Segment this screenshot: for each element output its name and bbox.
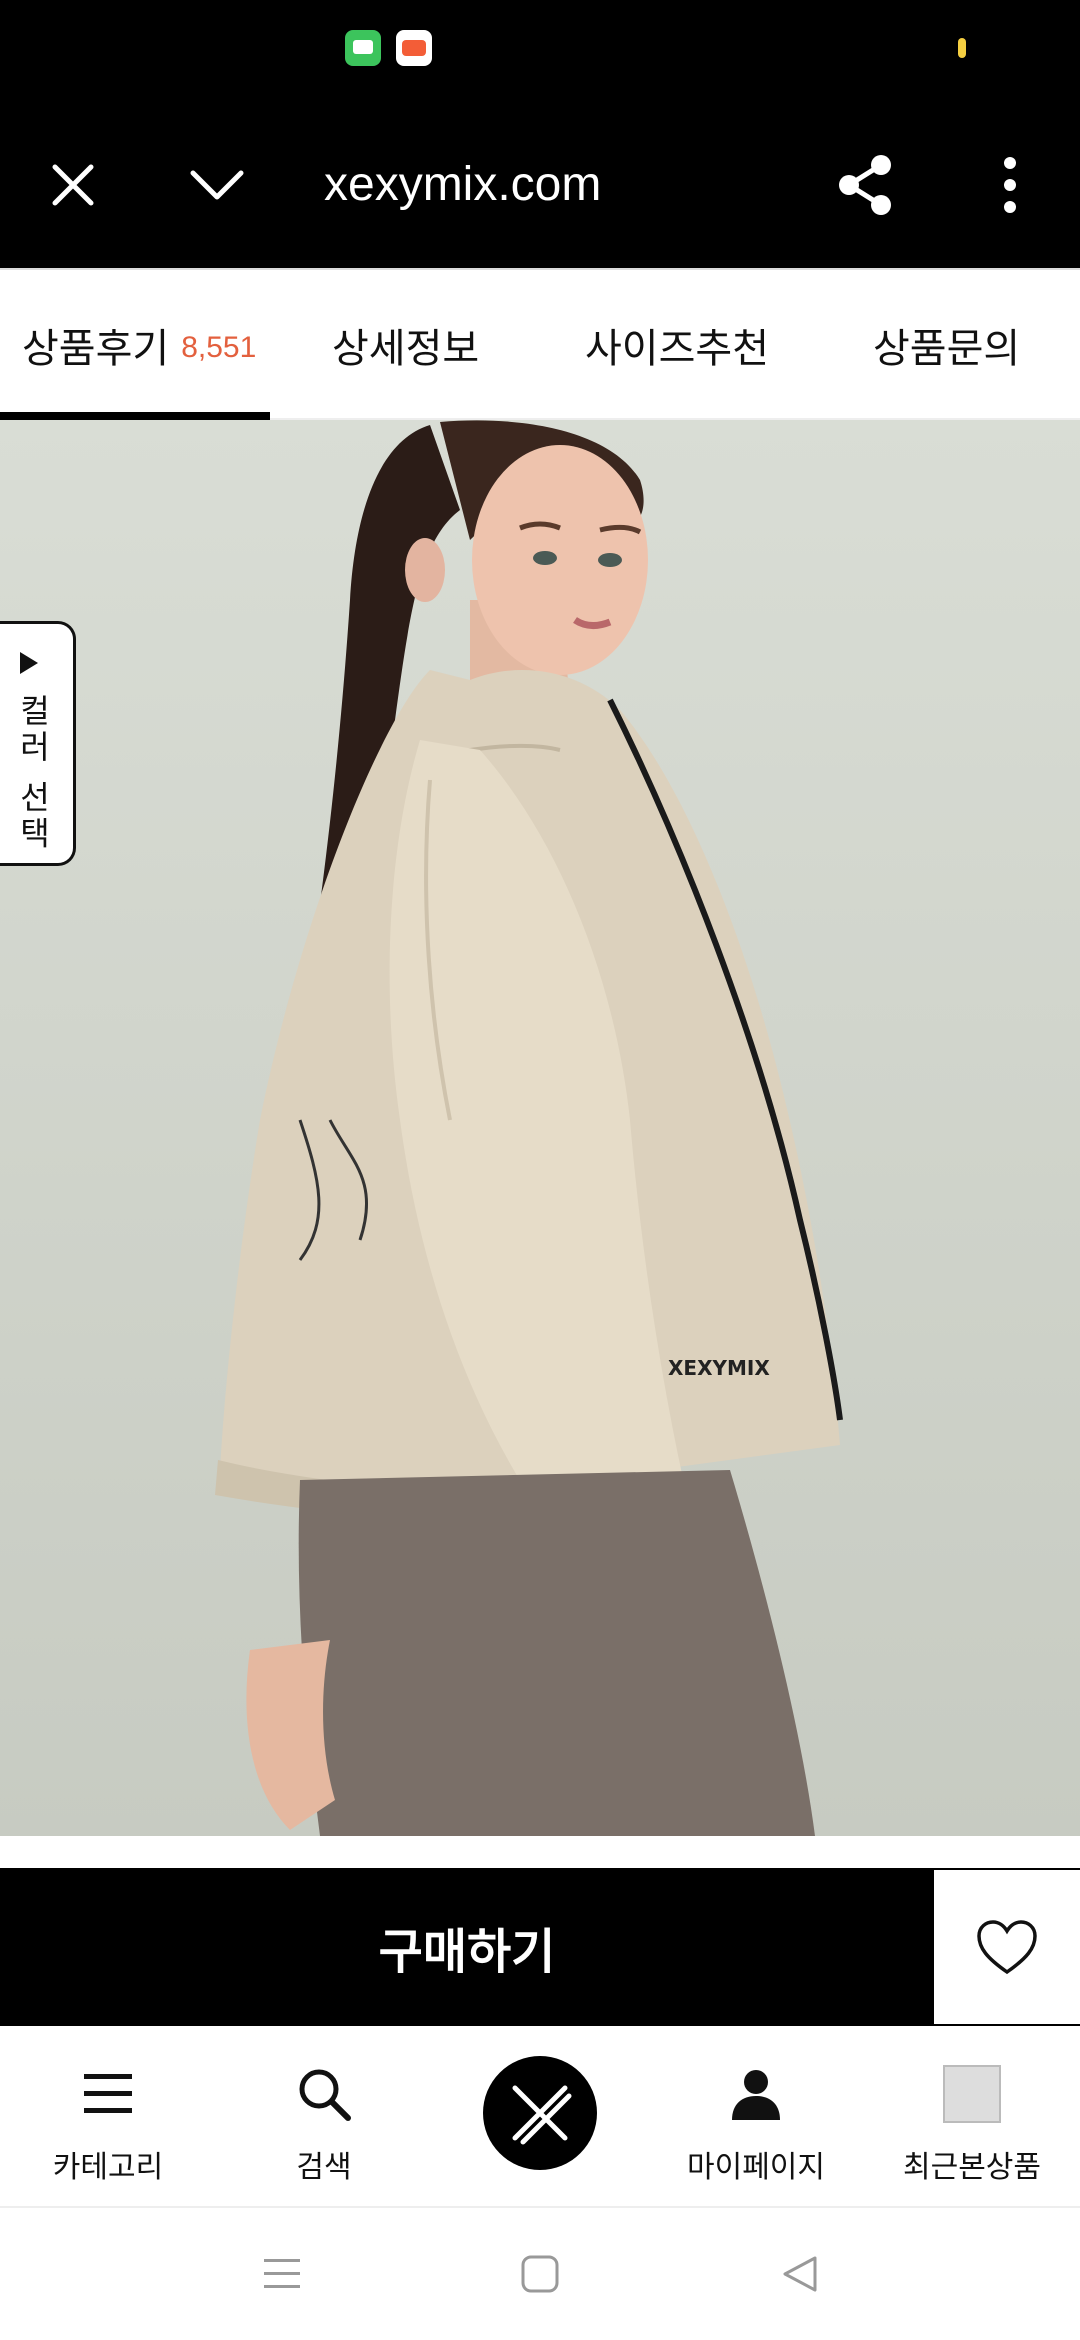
close-icon[interactable] xyxy=(38,150,108,220)
recent-thumbnail xyxy=(940,2062,1004,2126)
xexymix-logo-icon xyxy=(483,2056,597,2170)
more-options-icon[interactable] xyxy=(975,150,1045,220)
battery-indicator xyxy=(958,38,966,58)
color-select-label: 컬러 선택 xyxy=(14,694,52,853)
person-icon xyxy=(724,2062,788,2126)
nav-mypage-label: 마이페이지 xyxy=(687,2150,825,2185)
nav-recent-label: 최근본상품 xyxy=(903,2150,1041,2185)
tab-size-recommend[interactable]: 사이즈추천 xyxy=(585,270,769,420)
nav-mypage[interactable]: 마이페이지 xyxy=(648,2026,864,2208)
tab-size-label: 사이즈추천 xyxy=(585,326,769,372)
tab-reviews[interactable]: 상품후기 8,551 xyxy=(22,270,256,420)
buy-button[interactable]: 구매하기 xyxy=(0,1868,934,2026)
heart-icon xyxy=(977,1920,1037,1975)
url-text[interactable]: xexymix.com xyxy=(324,152,601,218)
product-image[interactable]: XEXYMIX xyxy=(0,420,1080,1836)
wishlist-button[interactable] xyxy=(934,1868,1080,2026)
active-tab-indicator xyxy=(0,412,270,420)
chevron-down-icon[interactable] xyxy=(182,150,252,220)
recent-apps-icon[interactable] xyxy=(252,2246,312,2302)
search-icon xyxy=(292,2062,356,2126)
color-select-tab[interactable]: 컬러 선택 xyxy=(0,621,76,866)
product-tabs: 상품후기 8,551 상세정보 사이즈추천 상품문의 xyxy=(0,268,1080,420)
tab-details[interactable]: 상세정보 xyxy=(332,270,479,420)
gallery-app-icon xyxy=(396,30,432,66)
status-bar xyxy=(0,0,1080,110)
share-icon[interactable] xyxy=(830,150,900,220)
nav-search[interactable]: 검색 xyxy=(216,2026,432,2208)
bottom-navigation: 카테고리 검색 마이페이지 최근본상품 xyxy=(0,2026,1080,2208)
back-icon[interactable] xyxy=(770,2246,830,2302)
nav-home-logo[interactable] xyxy=(432,2026,648,2208)
tab-inquiry-label: 상품문의 xyxy=(873,326,1021,372)
home-icon[interactable] xyxy=(510,2246,570,2302)
purchase-bar: 구매하기 xyxy=(0,1868,1080,2026)
tab-reviews-label: 상품후기 xyxy=(22,326,170,372)
brand-print: XEXYMIX xyxy=(668,1356,770,1380)
tab-inquiry[interactable]: 상품문의 xyxy=(873,270,1020,420)
system-navigation-bar xyxy=(0,2208,1080,2340)
messages-app-icon xyxy=(345,30,381,66)
play-arrow-icon xyxy=(20,652,38,674)
nav-category[interactable]: 카테고리 xyxy=(0,2026,216,2208)
nav-recent-items[interactable]: 최근본상품 xyxy=(864,2026,1080,2208)
model-illustration: XEXYMIX xyxy=(215,420,843,1836)
nav-category-label: 카테고리 xyxy=(52,2150,164,2185)
menu-icon xyxy=(76,2062,140,2126)
browser-toolbar: xexymix.com xyxy=(0,110,1080,268)
nav-search-label: 검색 xyxy=(296,2150,352,2185)
review-count: 8,551 xyxy=(181,331,257,364)
tab-details-label: 상세정보 xyxy=(332,326,480,372)
